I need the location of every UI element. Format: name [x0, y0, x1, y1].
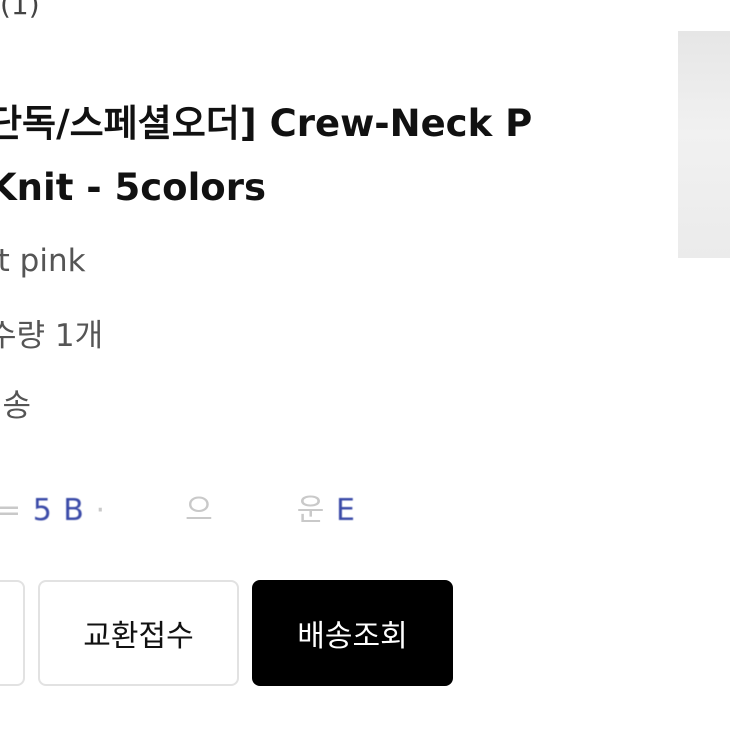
product-title-line-1: 단독/스페셜오더] Crew-Neck P: [0, 102, 533, 145]
track-delivery-button[interactable]: 배송조회: [252, 580, 453, 686]
product-title[interactable]: 단독/스페셜오더] Crew-Neck P Knit - 5colors: [0, 92, 648, 220]
tracking-part-4: E: [335, 493, 356, 528]
product-quantity: 수량 1개: [0, 318, 104, 354]
tracking-info: = 5 B · 으 운 E: [0, 485, 356, 528]
product-option: ht pink: [0, 243, 86, 279]
top-partial-text: (1): [0, 0, 40, 21]
tracking-part-1: 5 B: [32, 493, 85, 528]
tracking-prefix: =: [0, 493, 23, 528]
product-thumbnail[interactable]: [678, 31, 730, 258]
tracking-part-3: 운: [296, 493, 326, 528]
tracking-suffix-1: ·: [95, 493, 106, 528]
product-title-line-2: Knit - 5colors: [0, 166, 266, 209]
tracking-part-2: 으: [185, 493, 214, 528]
exchange-button[interactable]: 교환접수: [38, 580, 239, 686]
partial-action-button[interactable]: [0, 580, 25, 686]
shipping-status: 배송: [0, 388, 32, 424]
order-item-card: (1) 단독/스페셜오더] Crew-Neck P Knit - 5colors…: [0, 0, 730, 730]
